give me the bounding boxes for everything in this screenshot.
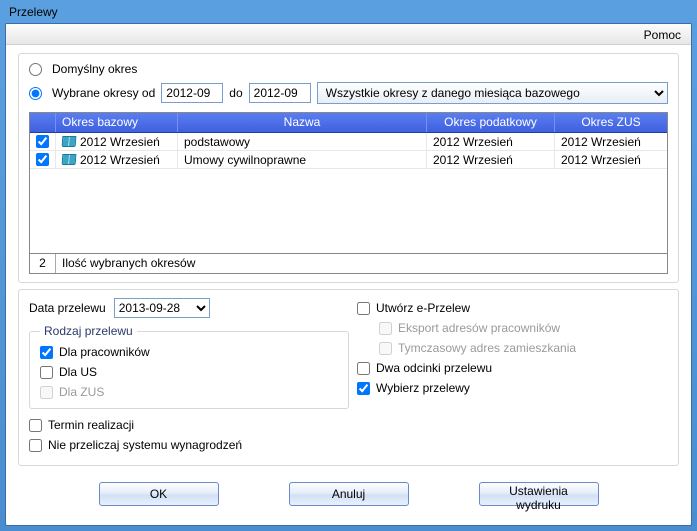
cell-base: 2012 Wrzesień bbox=[80, 135, 160, 149]
chk-eksport-adresow bbox=[379, 322, 392, 335]
cell-zus: 2012 Wrzesień bbox=[561, 153, 641, 167]
lbl-dla-us: Dla US bbox=[59, 365, 97, 379]
th-checkbox bbox=[30, 113, 56, 132]
table-header: Okres bazowy Nazwa Okres podatkowy Okres… bbox=[30, 113, 667, 133]
title-bar: Przelewy bbox=[5, 5, 692, 23]
lbl-dwa-odcinki: Dwa odcinki przelewu bbox=[376, 361, 492, 375]
print-settings-button[interactable]: Ustawienia wydruku bbox=[479, 482, 599, 506]
lbl-utworz-eprzelew: Utwórz e-Przelew bbox=[376, 301, 470, 315]
radio-default-period-label: Domyślny okres bbox=[52, 62, 137, 76]
periods-table: Okres bazowy Nazwa Okres podatkowy Okres… bbox=[29, 112, 668, 274]
radio-default-period[interactable] bbox=[29, 63, 42, 76]
chk-termin-realizacji[interactable] bbox=[29, 419, 42, 432]
cell-tax: 2012 Wrzesień bbox=[433, 153, 513, 167]
radio-selected-period-label: Wybrane okresy od bbox=[52, 86, 155, 100]
transfer-date-combo[interactable]: 2013-09-28 bbox=[114, 298, 210, 318]
th-zus[interactable]: Okres ZUS bbox=[555, 113, 667, 132]
cell-base: 2012 Wrzesień bbox=[80, 153, 160, 167]
table-footer: 2 Ilość wybranych okresów bbox=[30, 253, 667, 273]
radio-selected-period[interactable] bbox=[29, 87, 42, 100]
th-base[interactable]: Okres bazowy bbox=[56, 113, 178, 132]
lbl-eksport-adresow: Eksport adresów pracowników bbox=[398, 321, 560, 335]
help-link[interactable]: Pomoc bbox=[644, 28, 681, 42]
chk-utworz-eprzelew[interactable] bbox=[357, 302, 370, 315]
cell-zus: 2012 Wrzesień bbox=[561, 135, 641, 149]
cell-name: Umowy cywilnoprawne bbox=[184, 153, 306, 167]
rodzaj-legend: Rodzaj przelewu bbox=[40, 324, 137, 338]
th-tax[interactable]: Okres podatkowy bbox=[427, 113, 555, 132]
row-checkbox[interactable] bbox=[36, 153, 49, 166]
lbl-dla-zus: Dla ZUS bbox=[59, 385, 104, 399]
window-title: Przelewy bbox=[9, 5, 58, 19]
cancel-button[interactable]: Anuluj bbox=[289, 482, 409, 506]
date-label: Data przelewu bbox=[29, 301, 106, 315]
lbl-nie-przeliczaj: Nie przeliczaj systemu wynagrodzeń bbox=[48, 438, 242, 452]
period-from-input[interactable] bbox=[161, 83, 223, 103]
window-body: Pomoc Domyślny okres Wybrane okresy od d… bbox=[5, 23, 692, 526]
row-checkbox[interactable] bbox=[36, 135, 49, 148]
rodzaj-fieldset: Rodzaj przelewu Dla pracowników Dla US D… bbox=[29, 324, 349, 409]
footer-count: 2 bbox=[30, 254, 56, 273]
lbl-tymczasowy-adres: Tymczasowy adres zamieszkania bbox=[398, 341, 576, 355]
chk-dla-zus bbox=[40, 386, 53, 399]
period-group: Domyślny okres Wybrane okresy od do Wszy… bbox=[18, 53, 679, 283]
lbl-wybierz-przelewy: Wybierz przelewy bbox=[376, 381, 470, 395]
content: Domyślny okres Wybrane okresy od do Wszy… bbox=[6, 45, 691, 525]
th-name[interactable]: Nazwa bbox=[178, 113, 427, 132]
book-icon bbox=[62, 136, 77, 147]
book-icon bbox=[62, 154, 77, 165]
button-bar: OK Anuluj Ustawienia wydruku bbox=[18, 472, 679, 510]
help-bar: Pomoc bbox=[6, 24, 691, 45]
chk-dla-pracownikow[interactable] bbox=[40, 346, 53, 359]
chk-dla-us[interactable] bbox=[40, 366, 53, 379]
table-body: 2012 Wrzesień podstawowy 2012 Wrzesień 2… bbox=[30, 133, 667, 253]
period-to-label: do bbox=[229, 86, 242, 100]
cell-name: podstawowy bbox=[184, 135, 250, 149]
period-scope-combo[interactable]: Wszystkie okresy z danego miesiąca bazow… bbox=[317, 82, 668, 104]
ok-button[interactable]: OK bbox=[99, 482, 219, 506]
cell-tax: 2012 Wrzesień bbox=[433, 135, 513, 149]
lbl-termin-realizacji: Termin realizacji bbox=[48, 418, 134, 432]
period-to-input[interactable] bbox=[249, 83, 311, 103]
footer-label: Ilość wybranych okresów bbox=[56, 254, 667, 273]
chk-nie-przeliczaj[interactable] bbox=[29, 439, 42, 452]
lbl-dla-pracownikow: Dla pracowników bbox=[59, 345, 150, 359]
chk-tymczasowy-adres bbox=[379, 342, 392, 355]
table-row[interactable]: 2012 Wrzesień Umowy cywilnoprawne 2012 W… bbox=[30, 151, 667, 169]
chk-wybierz-przelewy[interactable] bbox=[357, 382, 370, 395]
chk-dwa-odcinki[interactable] bbox=[357, 362, 370, 375]
table-row[interactable]: 2012 Wrzesień podstawowy 2012 Wrzesień 2… bbox=[30, 133, 667, 151]
transfer-options-group: Data przelewu 2013-09-28 Rodzaj przelewu… bbox=[18, 289, 679, 466]
